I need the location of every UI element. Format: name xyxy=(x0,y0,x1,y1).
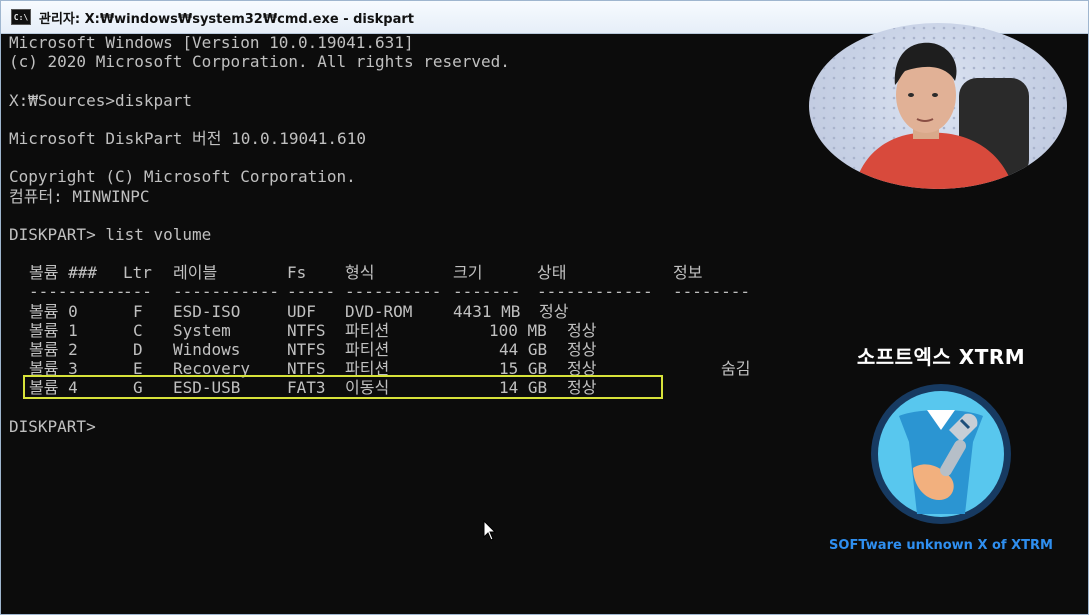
col-header-fs: Fs xyxy=(287,263,307,283)
type-cell: 파티션 xyxy=(345,340,390,359)
volume-row: 볼륨 1 C System NTFS 파티션 100 MB 정상 xyxy=(9,321,809,340)
size-cell: 44 GB xyxy=(499,340,548,359)
volume-table-separator: ---------- --- ----------- ----- -------… xyxy=(9,282,809,301)
presenter-image xyxy=(809,23,1067,189)
volume-cell: 볼륨 1 xyxy=(29,320,78,340)
status-cell: 정상 xyxy=(567,320,597,340)
volume-row: 볼륨 2 D Windows NTFS 파티션 44 GB 정상 xyxy=(9,340,809,359)
type-cell: 파티션 xyxy=(345,320,390,340)
label-cell: System xyxy=(173,320,231,340)
separator: ------------ xyxy=(537,282,653,302)
mouse-cursor-icon xyxy=(483,520,497,541)
separator: ------- xyxy=(453,282,521,302)
volume-table-header: 볼륨 ### Ltr 레이블 Fs 형식 크기 상태 정보 xyxy=(9,263,809,282)
fs-cell: UDF xyxy=(287,301,316,321)
col-header-status: 상태 xyxy=(537,263,567,283)
separator: ---------- xyxy=(345,282,442,302)
console-line: 컴퓨터: MINWINPC xyxy=(9,186,150,206)
size-cell: 100 MB xyxy=(489,320,547,340)
separator: --- xyxy=(123,282,152,302)
console-line: Copyright (C) Microsoft Corporation. xyxy=(9,167,356,187)
col-header-volume: 볼륨 ### xyxy=(29,263,97,283)
fs-cell: NTFS xyxy=(287,320,326,340)
console-line: Microsoft DiskPart 버전 10.0.19041.610 xyxy=(9,128,366,148)
status-cell: 정상 xyxy=(539,301,569,321)
info-cell: 숨김 xyxy=(721,359,751,379)
separator: ----- xyxy=(287,282,336,302)
volume-row: 볼륨 0 F ESD-ISO UDF DVD-ROM 4431 MB 정상 xyxy=(9,302,809,321)
brand-title: 소프트엑스 XTRM xyxy=(856,345,1026,369)
xtrm-logo-icon xyxy=(871,384,1011,524)
console-line: (c) 2020 Microsoft Corporation. All righ… xyxy=(9,52,510,72)
size-cell: 4431 MB xyxy=(453,301,521,321)
ltr-cell: F xyxy=(133,301,143,321)
command-prompt[interactable]: DISKPART> xyxy=(9,417,809,436)
volume-cell: 볼륨 2 xyxy=(29,340,78,359)
col-header-type: 형식 xyxy=(345,263,375,283)
fs-cell: NTFS xyxy=(287,340,326,359)
label-cell: ESD-ISO xyxy=(173,301,241,321)
volume-cell: 볼륨 0 xyxy=(29,301,78,321)
col-header-info: 정보 xyxy=(673,263,703,283)
col-header-ltr: Ltr xyxy=(123,263,152,283)
col-header-label: 레이블 xyxy=(173,263,218,283)
console-line: X:₩Sources>diskpart xyxy=(9,90,193,110)
separator: -------- xyxy=(673,282,751,302)
separator: ----------- xyxy=(173,282,279,302)
col-header-size: 크기 xyxy=(453,263,483,283)
cmd-app-icon: C:\ xyxy=(11,9,31,25)
ltr-cell: C xyxy=(133,320,143,340)
console-output[interactable]: Microsoft Windows [Version 10.0.19041.63… xyxy=(9,33,809,613)
label-cell: Windows xyxy=(173,340,241,359)
window-title: 관리자: X:₩windows₩system32₩cmd.exe - diskp… xyxy=(39,11,414,27)
status-cell: 정상 xyxy=(567,340,597,359)
ltr-cell: D xyxy=(133,340,143,359)
highlight-box xyxy=(23,375,663,399)
brand-subtitle: SOFTware unknown X of XTRM xyxy=(829,538,1053,553)
type-cell: DVD-ROM xyxy=(345,301,413,321)
separator: ---------- xyxy=(29,282,126,302)
cmd-window: C:\ 관리자: X:₩windows₩system32₩cmd.exe - d… xyxy=(0,0,1089,615)
console-line: Microsoft Windows [Version 10.0.19041.63… xyxy=(9,33,414,52)
webcam-overlay xyxy=(809,23,1067,189)
console-line: DISKPART> list volume xyxy=(9,224,212,244)
